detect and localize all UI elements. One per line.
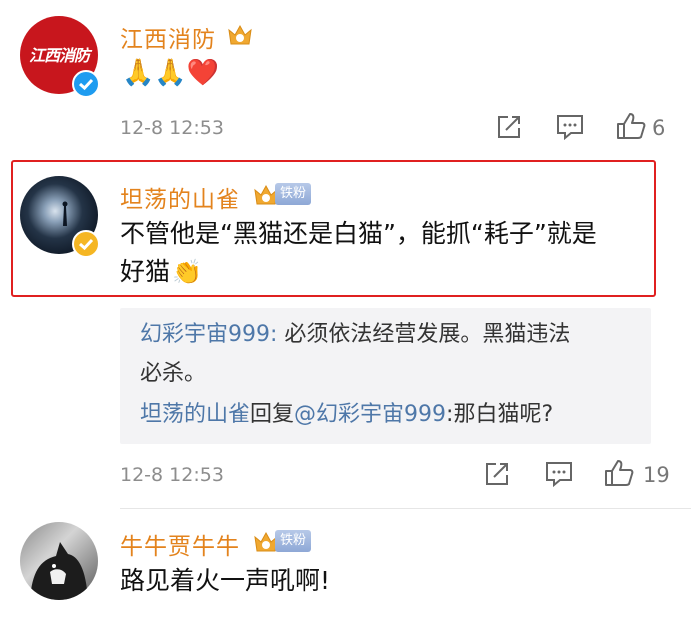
comment-content: 路见着火一声吼啊! bbox=[120, 566, 331, 595]
fan-badge: 铁粉 bbox=[275, 530, 312, 552]
comment-icon[interactable] bbox=[545, 461, 573, 487]
crown-badge-icon bbox=[226, 22, 254, 48]
verified-icon bbox=[72, 70, 100, 98]
comment-username[interactable]: 江西消防 bbox=[120, 20, 216, 54]
comment-username[interactable]: 牛牛贾牛牛 bbox=[120, 527, 240, 561]
reply-author[interactable]: 幻彩宇宙999 bbox=[140, 322, 270, 347]
reply-separator: : bbox=[270, 322, 285, 347]
reply-text-continued: 必杀。 bbox=[140, 361, 207, 386]
comment-timestamp: 12-8 12:53 bbox=[120, 117, 224, 139]
comment-content-line: 不管他是“黑猫还是白猫”，能抓“耗子”就是 bbox=[120, 219, 597, 248]
like-icon[interactable] bbox=[604, 459, 634, 487]
reply-author[interactable]: 坦荡的山雀 bbox=[140, 402, 250, 427]
avatar[interactable] bbox=[20, 522, 98, 600]
comment-content: 不管他是“黑猫还是白猫”，能抓“耗子”就是 好猫 👏 bbox=[120, 215, 650, 291]
like-count: 6 bbox=[652, 116, 666, 140]
clap-hands-icon: 👏 bbox=[172, 258, 202, 286]
like-icon[interactable] bbox=[616, 112, 646, 140]
comment-timestamp: 12-8 12:53 bbox=[120, 464, 224, 486]
reply-item: 坦荡的山雀回复@幻彩宇宙999:那白猫呢? bbox=[140, 395, 645, 434]
share-icon[interactable] bbox=[484, 461, 510, 487]
reply-word: 回复 bbox=[250, 402, 295, 427]
reply-text: 必须依法经营发展。黑猫违法 bbox=[284, 322, 571, 347]
comment-emoji-content: 🙏🙏❤️ bbox=[122, 58, 220, 88]
comment-icon[interactable] bbox=[556, 114, 584, 140]
verified-icon bbox=[72, 230, 100, 258]
share-icon[interactable] bbox=[496, 114, 522, 140]
avatar-logo-text: 江西消防 bbox=[28, 46, 90, 65]
reply-text: :那白猫呢? bbox=[446, 402, 554, 427]
reply-item: 幻彩宇宙999: 必须依法经营发展。黑猫违法 必杀。 bbox=[140, 315, 645, 393]
like-count: 19 bbox=[643, 463, 670, 487]
reply-mention[interactable]: @幻彩宇宙999 bbox=[294, 402, 446, 427]
comment-username[interactable]: 坦荡的山雀 bbox=[120, 180, 240, 214]
divider bbox=[120, 508, 691, 509]
comment-content-line: 好猫 👏 bbox=[120, 253, 650, 291]
fan-badge: 铁粉 bbox=[275, 183, 312, 205]
